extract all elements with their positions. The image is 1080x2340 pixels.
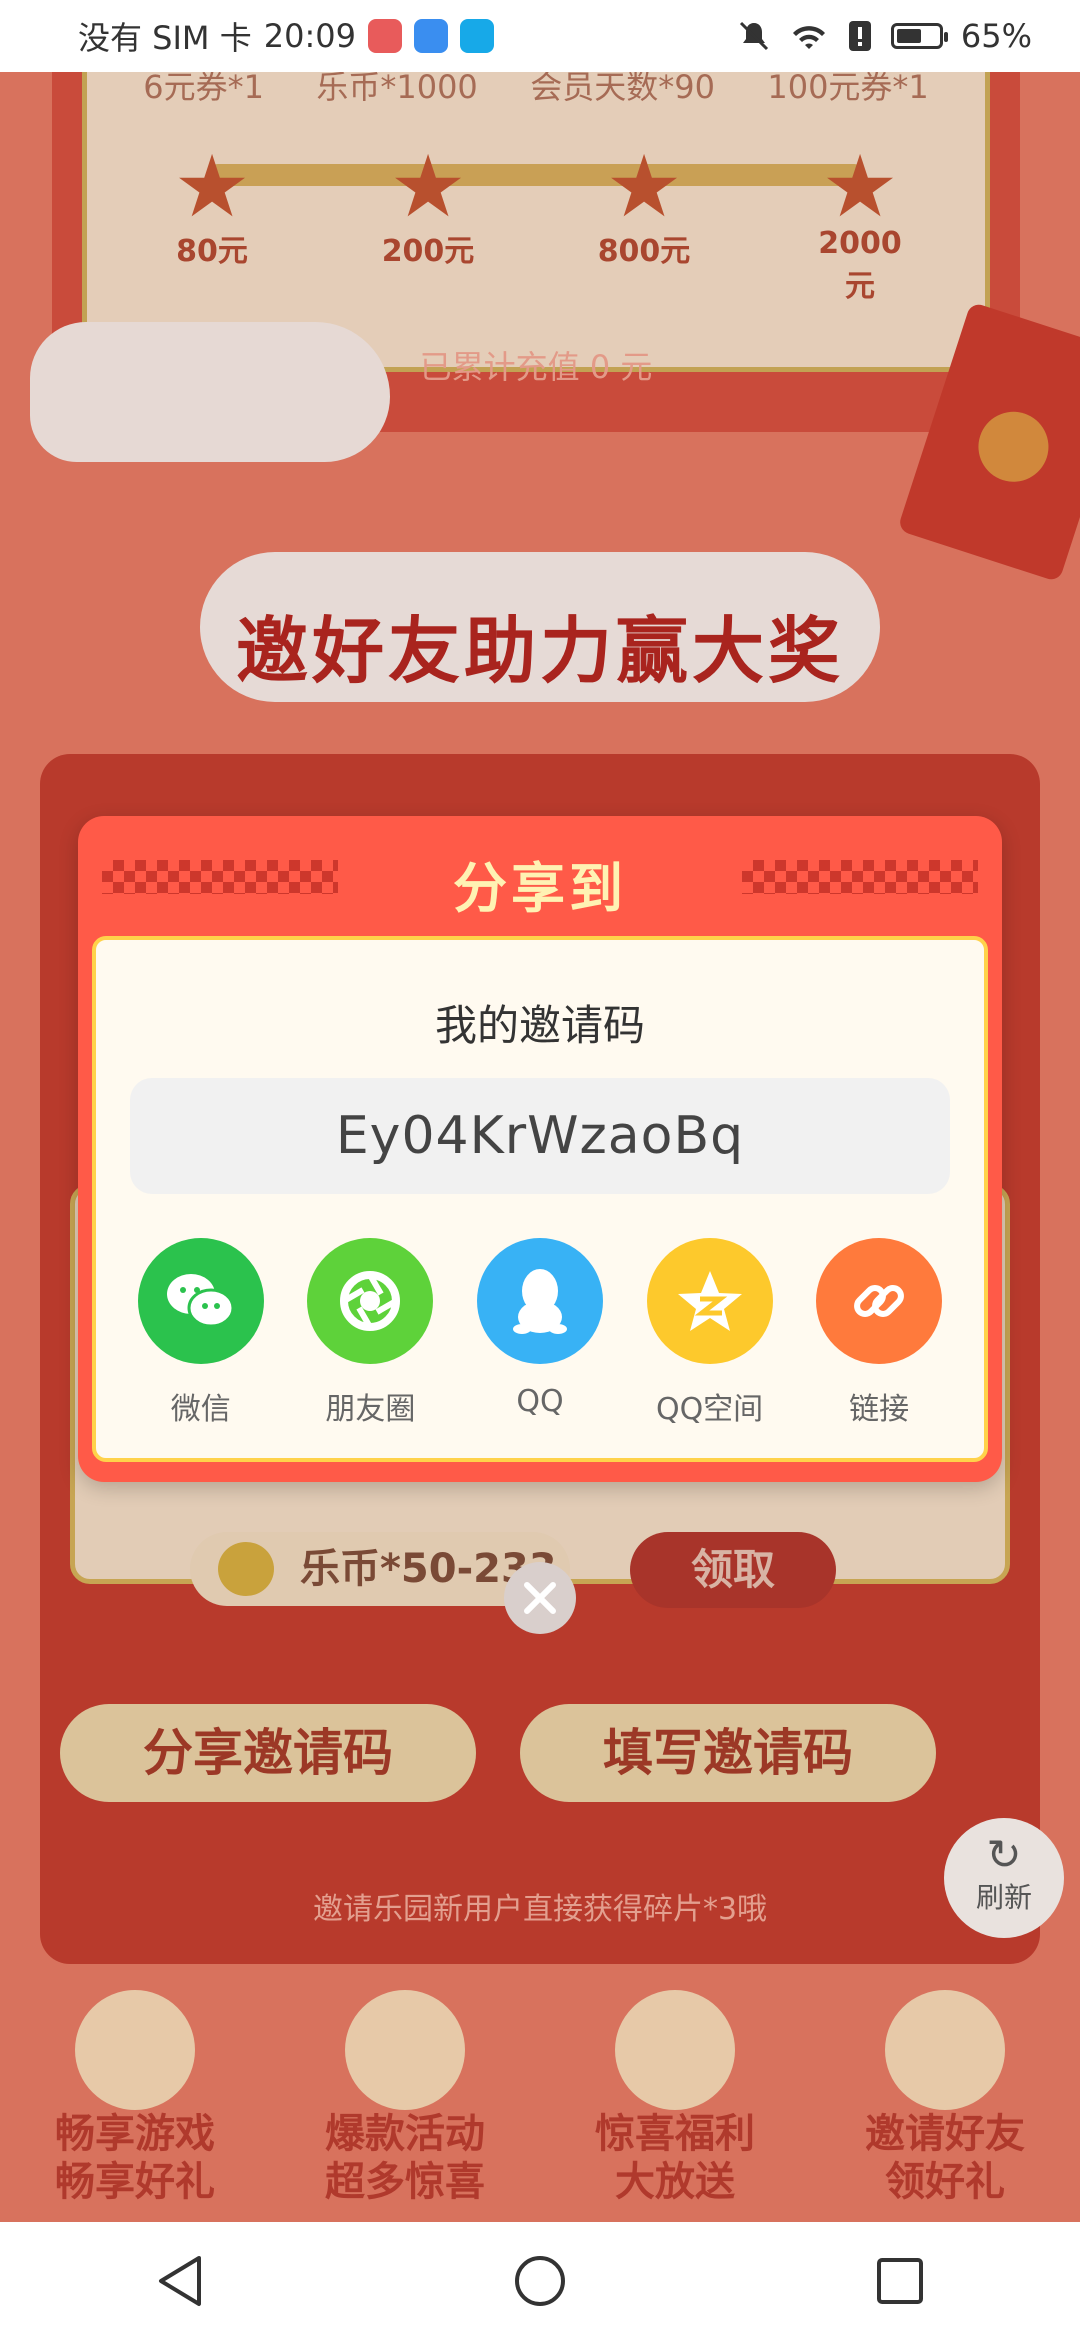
share-target-row: 微信 朋友圈 QQ QQ空间 链接 (116, 1238, 964, 1428)
alert-sim-icon (848, 21, 871, 51)
qzone-icon (646, 1238, 773, 1364)
status-bar: 没有 SIM 卡 20:09 65% (0, 0, 1080, 72)
mute-bell-icon (739, 21, 768, 51)
home-circle-icon (515, 2256, 565, 2306)
recents-square-icon (877, 2258, 923, 2304)
feature-line: 超多惊喜 (325, 2159, 485, 2205)
modal-title: 分享到 (453, 857, 627, 920)
moments-icon (307, 1238, 434, 1364)
share-label: 微信 (170, 1392, 231, 1427)
feature-line: 邀请好友 (865, 2111, 1025, 2157)
search-notification-icon (459, 19, 494, 53)
nav-back-button[interactable] (140, 2241, 220, 2321)
mascot-icon (345, 1990, 465, 2110)
star-icon: ★ (605, 137, 683, 237)
coins-icon (218, 1542, 274, 1596)
star-icon: ★ (389, 137, 467, 237)
feature-line: 畅享游戏 (55, 2111, 215, 2157)
clock-text: 20:09 (263, 17, 356, 55)
system-nav-bar (0, 2222, 1080, 2340)
feature-line: 畅享好礼 (55, 2159, 215, 2205)
feature-item[interactable]: 爆款活动 超多惊喜 (290, 1990, 520, 2210)
status-right: 65% (737, 17, 1032, 55)
modal-body: 我的邀请码 Ey04KrWzaoBq 微信 朋友圈 QQ QQ空间 链接 (92, 936, 988, 1462)
feature-line: 大放送 (615, 2159, 735, 2205)
star-icon: ★ (173, 137, 251, 237)
share-moments-button[interactable]: 朋友圈 (286, 1238, 456, 1428)
wifi-icon (792, 26, 825, 49)
milestone-label: 800元 (597, 234, 691, 269)
mascot-icon (885, 1990, 1005, 2110)
close-icon (524, 1582, 556, 1614)
nav-recents-button[interactable] (860, 2241, 940, 2321)
refresh-icon: ↻ (986, 1830, 1022, 1879)
nav-home-button[interactable] (500, 2241, 580, 2321)
milestone-item[interactable]: ★ 800元 (589, 144, 699, 305)
wechat-icon (137, 1238, 264, 1364)
share-label: 朋友圈 (325, 1392, 416, 1427)
refresh-button[interactable]: ↻ 刷新 (944, 1818, 1064, 1938)
mascot-icon (615, 1990, 735, 2110)
milestone-label: 200元 (381, 234, 475, 269)
status-left: 没有 SIM 卡 20:09 (78, 13, 494, 59)
feature-row: 畅享游戏 畅享好礼 爆款活动 超多惊喜 惊喜福利 大放送 邀请好友 领好礼 (0, 1990, 1080, 2210)
milestone-row: ★ 80元 ★ 200元 ★ 800元 ★ 2000元 (157, 144, 915, 305)
app-notification-icon (367, 19, 402, 53)
share-label: QQ (516, 1384, 564, 1419)
share-wechat-button[interactable]: 微信 (116, 1238, 286, 1428)
qq-icon (476, 1238, 603, 1364)
feature-line: 爆款活动 (325, 2111, 485, 2157)
feature-item[interactable]: 邀请好友 领好礼 (830, 1990, 1060, 2210)
invite-hint-text: 邀请乐园新用户直接获得碎片*3哦 (312, 1892, 768, 1927)
share-qzone-button[interactable]: QQ空间 (625, 1238, 795, 1428)
share-label: 链接 (849, 1392, 910, 1427)
close-modal-button[interactable] (504, 1562, 576, 1634)
star-icon: ★ (821, 137, 899, 237)
back-triangle-icon (159, 2256, 201, 2306)
cloud-notification-icon (413, 19, 448, 53)
share-code-button[interactable]: 分享邀请码 (60, 1704, 476, 1802)
feature-line: 领好礼 (885, 2159, 1005, 2205)
feature-item[interactable]: 畅享游戏 畅享好礼 (20, 1990, 250, 2210)
battery-percent-text: 65% (960, 17, 1032, 55)
share-modal: 分享到 我的邀请码 Ey04KrWzaoBq 微信 朋友圈 QQ QQ空间 链接 (78, 816, 1002, 1482)
claim-button[interactable]: 领取 (630, 1532, 836, 1608)
carrier-text: 没有 SIM 卡 (78, 19, 252, 57)
milestone-item[interactable]: ★ 200元 (373, 144, 483, 305)
share-label: QQ空间 (655, 1392, 764, 1427)
refresh-label: 刷新 (975, 1881, 1032, 1914)
milestone-item[interactable]: ★ 80元 (157, 144, 267, 305)
milestone-item[interactable]: ★ 2000元 (805, 144, 915, 305)
fill-code-button[interactable]: 填写邀请码 (520, 1704, 936, 1802)
section-title: 邀好友助力赢大奖 (235, 609, 844, 693)
milestone-label: 2000元 (818, 226, 902, 304)
share-qq-button[interactable]: QQ (455, 1238, 625, 1428)
invite-code-field[interactable]: Ey04KrWzaoBq (130, 1078, 950, 1194)
link-icon (816, 1238, 943, 1364)
invite-code-label: 我的邀请码 (434, 1001, 645, 1050)
feature-item[interactable]: 惊喜福利 大放送 (560, 1990, 790, 2210)
cloud-decoration (30, 322, 390, 462)
feature-line: 惊喜福利 (595, 2111, 755, 2157)
mascot-icon (75, 1990, 195, 2110)
share-link-button[interactable]: 链接 (794, 1238, 964, 1428)
battery-icon (890, 23, 948, 49)
